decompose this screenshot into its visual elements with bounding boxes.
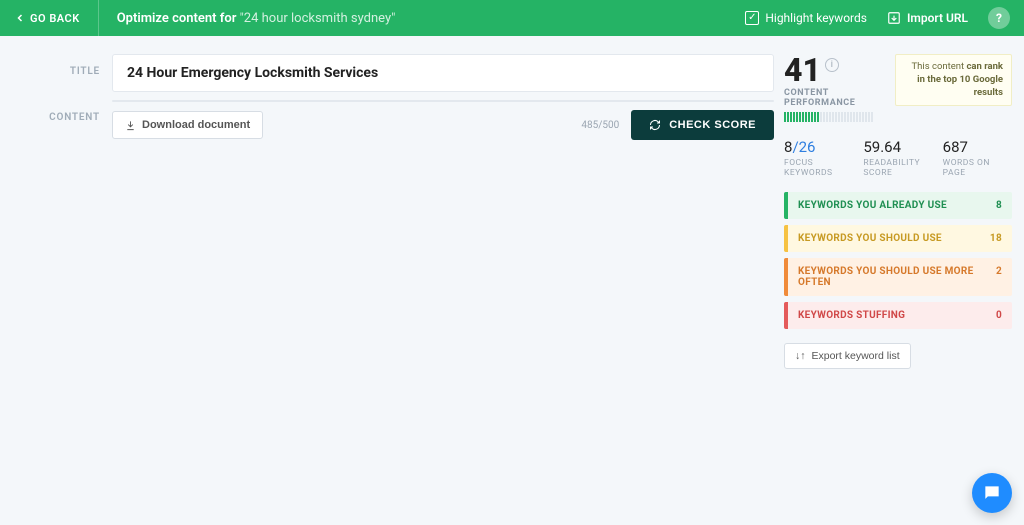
help-button[interactable]: ?: [988, 7, 1010, 29]
keywords-stuffing-box[interactable]: KEYWORDS STUFFING0: [784, 302, 1012, 329]
score-value: 41: [784, 51, 821, 89]
checkbox-icon: [745, 11, 759, 25]
focus-keywords-value: 8/26: [784, 138, 853, 156]
performance-panel: 41 i CONTENT PERFORMANCE This content can…: [784, 54, 1012, 369]
info-icon[interactable]: i: [825, 58, 839, 72]
keywords-should-use-box[interactable]: KEYWORDS YOU SHOULD USE18: [784, 225, 1012, 252]
readability-value: 59.64: [863, 138, 932, 156]
download-document-button[interactable]: Download document: [112, 111, 263, 139]
divider: [98, 0, 99, 36]
import-icon: [887, 11, 901, 25]
content-label: CONTENT: [8, 100, 112, 123]
content-performance-label: CONTENT PERFORMANCE: [784, 88, 885, 108]
score-bar: [784, 112, 885, 122]
topbar: GO BACK Optimize content for "24 hour lo…: [0, 0, 1024, 36]
go-back-label: GO BACK: [30, 12, 80, 25]
rank-note: This content can rankin the top 10 Googl…: [895, 54, 1012, 106]
export-keyword-list-button[interactable]: ↓↑ Export keyword list: [784, 343, 911, 369]
refresh-icon: [649, 119, 661, 131]
chat-widget-button[interactable]: [972, 473, 1012, 513]
keywords-already-use-box[interactable]: KEYWORDS YOU ALREADY USE8: [784, 192, 1012, 219]
import-url-button[interactable]: Import URL: [887, 11, 968, 25]
content-editor[interactable]: Reliable Service Don't find yourself in …: [112, 100, 774, 102]
download-icon: [125, 120, 136, 131]
highlight-keywords-toggle[interactable]: Highlight keywords: [745, 11, 867, 25]
words-on-page-value: 687: [943, 138, 1012, 156]
check-score-button[interactable]: CHECK SCORE: [631, 110, 774, 140]
arrow-left-icon: [14, 12, 26, 24]
title-input[interactable]: 24 Hour Emergency Locksmith Services: [112, 54, 774, 92]
go-back-button[interactable]: GO BACK: [14, 12, 80, 25]
title-label: TITLE: [8, 54, 112, 77]
import-url-label: Import URL: [907, 11, 968, 25]
page-title: Optimize content for "24 hour locksmith …: [117, 11, 396, 26]
word-counter: 485/500: [581, 120, 619, 131]
keywords-more-often-box[interactable]: KEYWORDS YOU SHOULD USE MORE OFTEN2: [784, 258, 1012, 296]
chat-icon: [982, 483, 1002, 503]
sort-icon: ↓↑: [795, 350, 806, 362]
highlight-keywords-label: Highlight keywords: [765, 11, 867, 25]
